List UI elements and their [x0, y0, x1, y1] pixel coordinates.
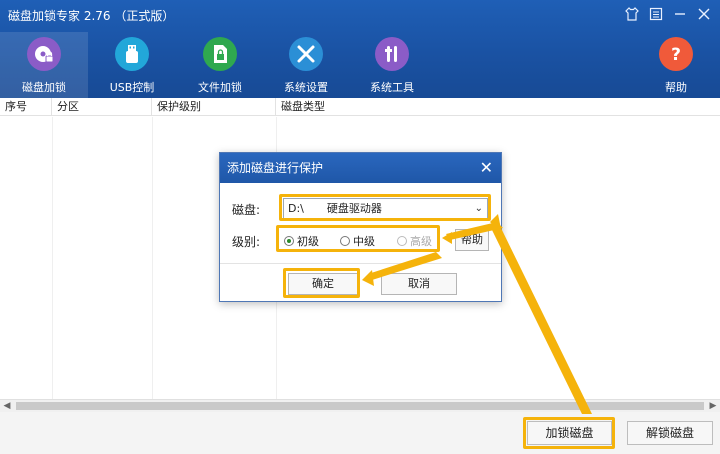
lock-disk-button[interactable]: 加锁磁盘: [527, 421, 612, 445]
tool-label: 帮助: [665, 81, 687, 94]
svg-text:?: ?: [671, 45, 681, 65]
disk-select[interactable]: D:\ 硬盘驱动器 ⌄: [283, 198, 488, 219]
radio-dot: [397, 236, 407, 246]
radio-label: 高级: [410, 235, 432, 248]
divider: [220, 263, 501, 264]
dialog-help-button[interactable]: 帮助: [455, 229, 489, 251]
dialog-title: 添加磁盘进行保护: [227, 161, 324, 175]
scroll-thumb[interactable]: [16, 402, 704, 410]
tool-usb-control[interactable]: USB控制: [88, 32, 176, 98]
file-lock-icon: [203, 37, 237, 71]
radio-label: 中级: [353, 235, 375, 248]
tool-label: 系统工具: [370, 81, 414, 94]
disk-label: 磁盘:: [232, 203, 261, 217]
tool-system-settings[interactable]: 系统设置: [262, 32, 350, 98]
minimize-icon[interactable]: [670, 4, 690, 24]
tool-disk-lock[interactable]: 磁盘加锁: [0, 32, 88, 98]
level-medium-radio[interactable]: 中级: [340, 233, 375, 249]
radio-dot: [340, 236, 350, 246]
dialog-title-bar: 添加磁盘进行保护 ✕: [220, 153, 501, 183]
scroll-left-icon[interactable]: ◀: [0, 400, 14, 412]
tool-file-lock[interactable]: 文件加锁: [176, 32, 264, 98]
tools-icon: [289, 37, 323, 71]
chevron-down-icon: ⌄: [474, 203, 483, 214]
app-window: 磁盘加锁专家 2.76 （正式版） 磁盘加锁 USB控制 文件加锁 系统设置 系…: [0, 0, 720, 454]
tool-label: 文件加锁: [198, 81, 242, 94]
add-disk-dialog: 添加磁盘进行保护 ✕ 磁盘: D:\ 硬盘驱动器 ⌄ 级别: 初级 中级 高级 …: [219, 152, 502, 302]
system-tools-icon: [375, 37, 409, 71]
column-header[interactable]: 保护级别: [152, 98, 276, 116]
level-label: 级别:: [232, 235, 261, 249]
help-icon: ?: [659, 37, 693, 71]
level-advanced-radio: 高级: [397, 233, 432, 249]
close-icon[interactable]: [694, 4, 714, 24]
column-header[interactable]: 分区: [52, 98, 152, 116]
radio-label: 初级: [297, 235, 319, 248]
disk-lock-icon: [27, 37, 61, 71]
tool-help[interactable]: ? 帮助: [632, 32, 720, 98]
disk-drive: D:\: [288, 202, 304, 215]
tool-system-tools[interactable]: 系统工具: [348, 32, 436, 98]
header-bar: 磁盘加锁专家 2.76 （正式版） 磁盘加锁 USB控制 文件加锁 系统设置 系…: [0, 0, 720, 98]
horizontal-scrollbar[interactable]: ◀ ▶: [0, 399, 720, 412]
level-basic-radio[interactable]: 初级: [284, 233, 319, 249]
dialog-close-icon[interactable]: ✕: [480, 153, 493, 183]
unlock-disk-button[interactable]: 解锁磁盘: [627, 421, 713, 445]
settings-icon[interactable]: [646, 4, 666, 24]
column-header[interactable]: 磁盘类型: [276, 98, 720, 116]
shirt-icon[interactable]: [622, 4, 642, 24]
radio-dot: [284, 236, 294, 246]
tool-label: 系统设置: [284, 81, 328, 94]
footer-bar: 加锁磁盘 解锁磁盘: [0, 412, 720, 454]
cancel-button[interactable]: 取消: [381, 273, 457, 295]
window-title: 磁盘加锁专家 2.76 （正式版）: [8, 9, 175, 23]
window-controls: [622, 4, 714, 24]
disk-type: 硬盘驱动器: [326, 202, 382, 215]
ok-button[interactable]: 确定: [288, 273, 358, 295]
usb-icon: [115, 37, 149, 71]
scroll-right-icon[interactable]: ▶: [706, 400, 720, 412]
table-header: 序号 分区 保护级别 磁盘类型: [0, 98, 720, 116]
column-header[interactable]: 序号: [0, 98, 52, 116]
tool-label: USB控制: [109, 81, 155, 94]
main-toolbar: 磁盘加锁 USB控制 文件加锁 系统设置 系统工具 ? 帮助: [0, 32, 720, 98]
tool-label: 磁盘加锁: [22, 81, 66, 94]
